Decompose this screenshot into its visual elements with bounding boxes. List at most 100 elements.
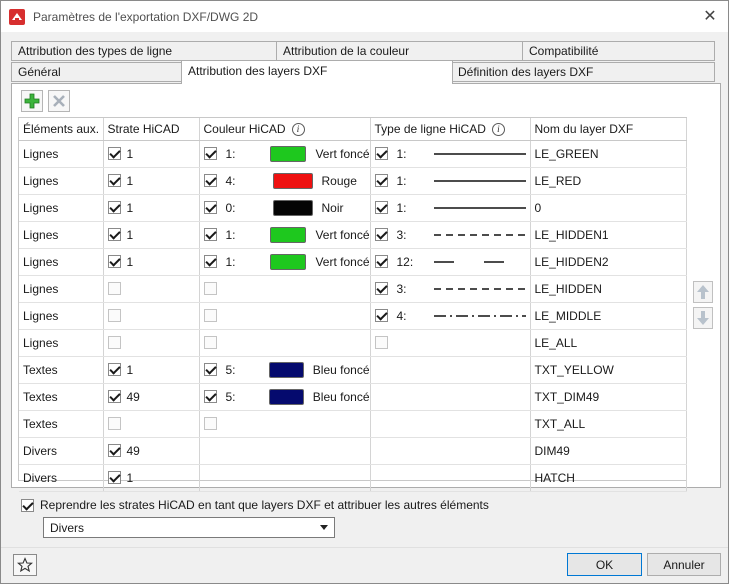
header-nom-layer[interactable]: Nom du layer DXF (530, 118, 687, 141)
table-row[interactable]: Divers 49 DIM49 (19, 437, 687, 465)
divers-select[interactable]: Divers (43, 517, 335, 538)
row-checkbox[interactable] (203, 336, 217, 349)
row-checkbox[interactable] (203, 309, 217, 322)
cell-nom-layer[interactable]: 0 (530, 194, 687, 222)
row-checkbox[interactable] (107, 336, 121, 349)
tab-general[interactable]: Général (11, 62, 182, 82)
cell-couleur[interactable] (199, 302, 371, 330)
row-checkbox[interactable] (203, 363, 217, 376)
cell-strate[interactable] (103, 410, 200, 438)
cell-couleur[interactable] (199, 329, 371, 357)
tab-attribution-layers-dxf[interactable]: Attribution des layers DXF (181, 60, 453, 84)
cell-couleur[interactable] (199, 437, 371, 465)
header-type-ligne[interactable]: Type de ligne HiCAD i (370, 118, 531, 141)
row-checkbox[interactable] (107, 147, 121, 160)
row-checkbox[interactable] (203, 201, 217, 214)
table-row[interactable]: Lignes 1 1: Vert foncé 1: LE_GREEN (19, 140, 687, 168)
cell-type-ligne[interactable]: 1: (370, 140, 531, 168)
close-icon[interactable]: ✕ (698, 5, 722, 27)
tab-attribution-couleur[interactable]: Attribution de la couleur (276, 41, 523, 61)
cell-couleur[interactable]: 1: Vert foncé (199, 248, 371, 276)
move-down-arrow-icon[interactable] (693, 307, 713, 329)
table-row[interactable]: Lignes LE_ALL (19, 329, 687, 357)
table-row[interactable]: Lignes 1 4: Rouge 1: LE_RED (19, 167, 687, 195)
row-checkbox[interactable] (203, 228, 217, 241)
cell-nom-layer[interactable]: LE_RED (530, 167, 687, 195)
cancel-button[interactable]: Annuler (647, 553, 721, 576)
cell-strate[interactable] (103, 302, 200, 330)
row-checkbox[interactable] (107, 444, 121, 457)
move-up-arrow-icon[interactable] (693, 281, 713, 303)
row-checkbox[interactable] (203, 147, 217, 160)
row-checkbox[interactable] (374, 147, 388, 160)
cell-strate[interactable]: 1 (103, 221, 200, 249)
cell-strate[interactable]: 49 (103, 383, 200, 411)
cell-couleur[interactable]: 1: Vert foncé (199, 221, 371, 249)
row-checkbox[interactable] (374, 282, 388, 295)
cell-nom-layer[interactable]: LE_MIDDLE (530, 302, 687, 330)
cell-couleur[interactable] (199, 275, 371, 303)
row-checkbox[interactable] (374, 255, 388, 268)
row-checkbox[interactable] (107, 417, 121, 430)
cell-type-ligne[interactable] (370, 383, 531, 411)
row-checkbox[interactable] (107, 201, 121, 214)
cell-couleur[interactable]: 0: Noir (199, 194, 371, 222)
cell-strate[interactable]: 1 (103, 194, 200, 222)
cell-strate[interactable]: 49 (103, 437, 200, 465)
cell-nom-layer[interactable]: LE_HIDDEN (530, 275, 687, 303)
cell-strate[interactable]: 1 (103, 356, 200, 384)
row-checkbox[interactable] (203, 390, 217, 403)
header-elements[interactable]: Éléments aux. (19, 118, 104, 141)
row-checkbox[interactable] (203, 255, 217, 268)
table-row[interactable]: Textes 49 5: Bleu foncé TXT_DIM49 (19, 383, 687, 411)
cell-nom-layer[interactable]: TXT_ALL (530, 410, 687, 438)
table-row[interactable]: Divers 1 HATCH (19, 464, 687, 492)
row-checkbox[interactable] (374, 201, 388, 214)
row-checkbox[interactable] (107, 363, 121, 376)
header-couleur[interactable]: Couleur HiCAD i (199, 118, 371, 141)
cell-strate[interactable]: 1 (103, 140, 200, 168)
delete-x-icon[interactable] (48, 90, 70, 112)
table-row[interactable]: Lignes 3: LE_HIDDEN (19, 275, 687, 303)
cell-couleur[interactable]: 5: Bleu foncé (199, 383, 371, 411)
cell-type-ligne[interactable] (370, 437, 531, 465)
row-checkbox[interactable] (374, 228, 388, 241)
cell-strate[interactable]: 1 (103, 248, 200, 276)
row-checkbox[interactable] (107, 255, 121, 268)
cell-type-ligne[interactable]: 12: (370, 248, 531, 276)
row-checkbox[interactable] (107, 471, 121, 484)
cell-strate[interactable] (103, 329, 200, 357)
cell-nom-layer[interactable]: LE_HIDDEN1 (530, 221, 687, 249)
reprendre-strates-option[interactable]: Reprendre les strates HiCAD en tant que … (21, 498, 489, 512)
cell-nom-layer[interactable]: LE_GREEN (530, 140, 687, 168)
cell-nom-layer[interactable]: LE_ALL (530, 329, 687, 357)
cell-type-ligne[interactable] (370, 356, 531, 384)
cell-couleur[interactable]: 4: Rouge (199, 167, 371, 195)
table-row[interactable]: Lignes 1 0: Noir 1: 0 (19, 194, 687, 222)
table-row[interactable]: Textes 1 5: Bleu foncé TXT_YELLOW (19, 356, 687, 384)
cell-type-ligne[interactable] (370, 464, 531, 492)
cell-strate[interactable]: 1 (103, 167, 200, 195)
cell-couleur[interactable]: 5: Bleu foncé (199, 356, 371, 384)
row-checkbox[interactable] (203, 282, 217, 295)
tab-definition-layers-dxf[interactable]: Définition des layers DXF (451, 62, 715, 82)
cell-nom-layer[interactable]: DIM49 (530, 437, 687, 465)
cell-type-ligne[interactable]: 1: (370, 167, 531, 195)
cell-couleur[interactable]: 1: Vert foncé (199, 140, 371, 168)
info-icon[interactable]: i (291, 122, 305, 136)
row-checkbox[interactable] (107, 309, 121, 322)
row-checkbox[interactable] (374, 174, 388, 187)
reprendre-strates-checkbox[interactable] (21, 498, 34, 512)
cell-type-ligne[interactable]: 3: (370, 275, 531, 303)
header-strate[interactable]: Strate HiCAD (103, 118, 200, 141)
row-checkbox[interactable] (107, 174, 121, 187)
table-row[interactable]: Textes TXT_ALL (19, 410, 687, 438)
cell-couleur[interactable] (199, 410, 371, 438)
cell-couleur[interactable] (199, 464, 371, 492)
cell-nom-layer[interactable]: LE_HIDDEN2 (530, 248, 687, 276)
row-checkbox[interactable] (374, 309, 388, 322)
tab-attribution-types-ligne[interactable]: Attribution des types de ligne (11, 41, 277, 61)
row-checkbox[interactable] (107, 282, 121, 295)
add-plus-icon[interactable] (21, 90, 43, 112)
cell-nom-layer[interactable]: TXT_YELLOW (530, 356, 687, 384)
